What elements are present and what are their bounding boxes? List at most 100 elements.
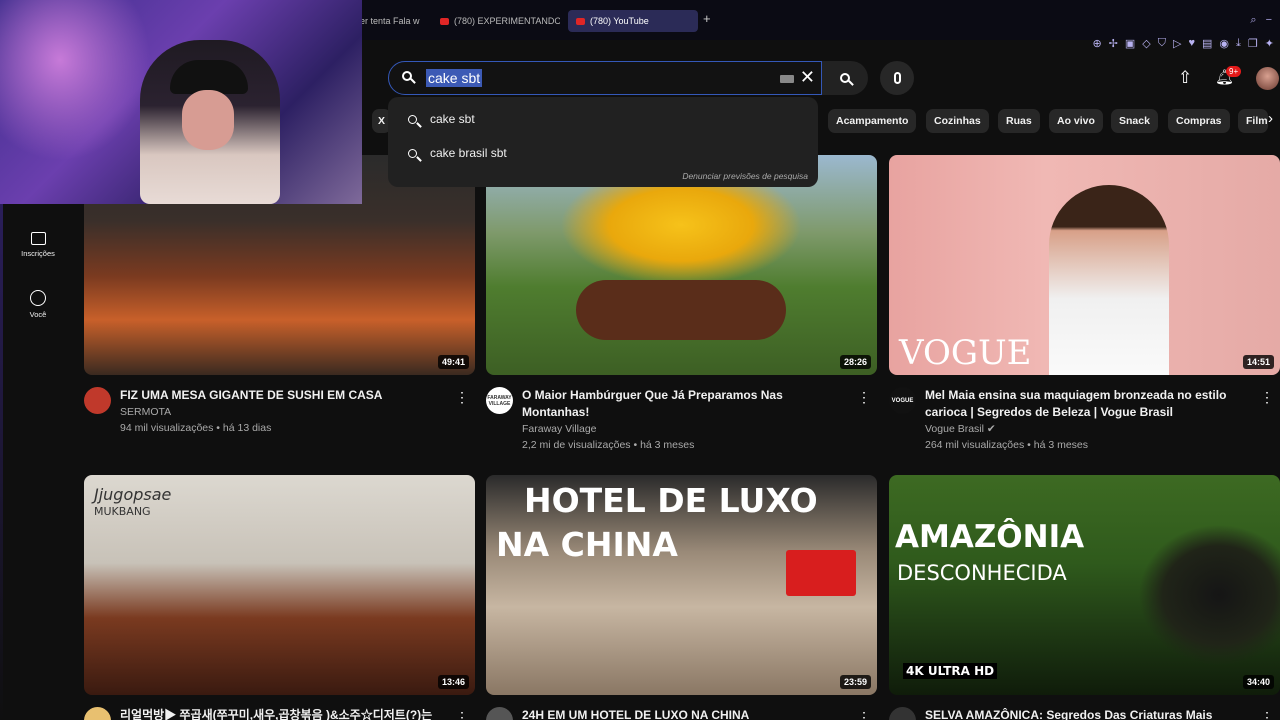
thumbnail-text: VOGUE	[899, 333, 1032, 373]
pin-icon[interactable]: ✢	[1109, 37, 1118, 50]
face-shape	[182, 90, 234, 150]
heart-icon[interactable]: ♥	[1188, 37, 1195, 50]
channel-name[interactable]: SERMOTA	[120, 406, 451, 418]
video-title[interactable]: SELVA AMAZÔNICA: Segredos Das Criaturas …	[925, 707, 1256, 720]
browser-tab[interactable]: (780) EXPERIMENTANDO	[432, 10, 560, 32]
separator: •	[1024, 439, 1034, 451]
suggestion-item[interactable]: cake sbt	[408, 112, 475, 126]
chip[interactable]: Snack	[1111, 109, 1158, 133]
verified-check-icon: ✔	[986, 423, 996, 435]
create-upload-icon[interactable]: ⇧	[1178, 68, 1192, 88]
search-input[interactable]: cake sbt	[426, 69, 483, 87]
extension-toolbar: ⊕ ✢ ▣ ◇ ⛉ ▷ ♥ ▤ ◉ ⤓ ❐ ✦	[1092, 37, 1274, 50]
more-options-icon[interactable]: ⋮	[857, 709, 871, 720]
video-title[interactable]: 리얼먹방▶ 쭈곱새(쭈꾸미,새우,곱창볶음 )&소주☆디저트(?)는	[120, 707, 451, 720]
chevron-right-icon[interactable]: ›	[1268, 110, 1273, 127]
guide-item-subscriptions[interactable]: Inscrições	[18, 232, 58, 258]
tab-label: (780) EXPERIMENTANDO	[454, 16, 560, 26]
ai-icon[interactable]: ✦	[1265, 37, 1274, 50]
separator: •	[630, 439, 641, 451]
browser-tab[interactable]: er tenta Fala w	[352, 10, 430, 32]
suggestion-item[interactable]: cake brasil sbt	[408, 146, 507, 160]
account-circle-icon[interactable]: ◉	[1219, 37, 1229, 50]
video-thumbnail[interactable]: 28:26	[486, 155, 877, 375]
chip[interactable]: Ao vivo	[1049, 109, 1103, 133]
search-box[interactable]: cake sbt ✕	[388, 61, 822, 95]
thumbnail-text: HOTEL DE LUXO	[524, 481, 818, 520]
suggestion-text: cake brasil sbt	[430, 146, 507, 160]
search-icon	[408, 148, 417, 158]
new-tab-button[interactable]: +	[703, 11, 711, 26]
chip-label: Snack	[1119, 115, 1150, 127]
chip[interactable]: Ruas	[998, 109, 1040, 133]
separator: •	[213, 422, 223, 434]
video-title[interactable]: Mel Maia ensina sua maquiagem bronzeada …	[925, 387, 1256, 421]
video-card[interactable]: VOGUE 14:51 VOGUE Mel Maia ensina sua ma…	[889, 155, 1280, 451]
channel-avatar[interactable]: VOGUE	[889, 387, 916, 414]
minimize-icon[interactable]: −	[1266, 14, 1272, 27]
tab-label: er tenta Fala w	[360, 16, 420, 26]
channel-avatar[interactable]: FARAWAY VILLAGE	[486, 387, 513, 414]
guide-item-label: Você	[29, 310, 47, 319]
more-options-icon[interactable]: ⋮	[1260, 709, 1274, 720]
search-icon	[408, 114, 417, 124]
video-duration: 23:59	[839, 675, 871, 689]
video-card[interactable]: HOTEL DE LUXO NA CHINA 23:59 24H EM UM H…	[486, 475, 877, 720]
side-accent	[0, 204, 3, 720]
channel-name[interactable]: Vogue Brasil	[925, 423, 984, 435]
video-thumbnail[interactable]: HOTEL DE LUXO NA CHINA 23:59	[486, 475, 877, 695]
channel-avatar[interactable]	[84, 707, 111, 720]
channel-name[interactable]: Faraway Village	[522, 423, 853, 435]
video-thumbnail[interactable]: AMAZÔNIA DESCONHECIDA 4K ULTRA HD 34:40	[889, 475, 1280, 695]
chip-label: Ao vivo	[1057, 115, 1095, 127]
download-icon[interactable]: ⤓	[1236, 37, 1241, 50]
thumbnail-text: Jjugopsae	[94, 485, 172, 504]
search-button[interactable]	[822, 61, 868, 95]
voice-search-button[interactable]	[880, 61, 914, 95]
guide-item-label: Inscrições	[21, 249, 55, 258]
thumbnail-subtext: NA CHINA	[496, 525, 678, 564]
more-options-icon[interactable]: ⋮	[455, 709, 469, 720]
play-icon[interactable]: ▷	[1173, 37, 1181, 50]
chip[interactable]: Cozinhas	[926, 109, 989, 133]
report-predictions-link[interactable]: Denunciar previsões de pesquisa	[682, 171, 808, 181]
youtube-icon	[440, 17, 449, 25]
clear-search-button[interactable]: ✕	[800, 67, 815, 88]
chip[interactable]: Acampamento	[828, 109, 917, 133]
channel-avatar[interactable]	[84, 387, 111, 414]
keyboard-icon[interactable]	[780, 75, 794, 83]
channel-avatar[interactable]	[889, 707, 916, 720]
shield-icon[interactable]: ⛉	[1158, 37, 1166, 50]
burger-shape	[576, 280, 786, 340]
briefcase-icon[interactable]: ▤	[1202, 37, 1212, 50]
search-tabs-icon[interactable]: ⌕	[1250, 14, 1256, 27]
video-card[interactable]: AMAZÔNIA DESCONHECIDA 4K ULTRA HD 34:40 …	[889, 475, 1280, 720]
video-title[interactable]: FIZ UMA MESA GIGANTE DE SUSHI EM CASA	[120, 387, 451, 404]
video-thumbnail[interactable]: VOGUE 14:51	[889, 155, 1280, 375]
extension-icon[interactable]: ◇	[1142, 37, 1150, 50]
browser-tab-active[interactable]: (780) YouTube	[568, 10, 698, 32]
copy-icon[interactable]: ❐	[1248, 37, 1258, 50]
avatar[interactable]	[1256, 67, 1279, 90]
channel-row[interactable]: Vogue Brasil ✔	[925, 423, 1256, 435]
more-options-icon[interactable]: ⋮	[1260, 389, 1274, 406]
video-thumbnail[interactable]: Jjugopsae MUKBANG 13:46	[84, 475, 475, 695]
channel-avatar[interactable]	[486, 707, 513, 720]
upload-age: há 3 meses	[1033, 439, 1089, 451]
person-shape	[1049, 185, 1169, 375]
upload-age: há 3 meses	[640, 439, 695, 451]
video-card[interactable]: Jjugopsae MUKBANG 13:46 리얼먹방▶ 쭈곱새(쭈꾸미,새우…	[84, 475, 475, 720]
video-title[interactable]: O Maior Hambúrguer Que Já Preparamos Nas…	[522, 387, 853, 421]
chip-label: Cozinhas	[934, 115, 981, 127]
guide-item-you[interactable]: Você	[18, 290, 58, 319]
video-duration: 14:51	[1242, 355, 1274, 369]
chip[interactable]: Compras	[1168, 109, 1230, 133]
account-icon	[30, 290, 46, 306]
video-title[interactable]: 24H EM UM HOTEL DE LUXO NA CHINA	[522, 707, 853, 720]
more-options-icon[interactable]: ⋮	[857, 389, 871, 406]
zoom-icon[interactable]: ⊕	[1092, 37, 1101, 50]
more-options-icon[interactable]: ⋮	[455, 389, 469, 406]
chip[interactable]: Filmes	[1238, 109, 1268, 133]
video-card[interactable]: 28:26 FARAWAY VILLAGE O Maior Hambúrguer…	[486, 155, 877, 451]
crop-icon[interactable]: ▣	[1125, 37, 1135, 50]
